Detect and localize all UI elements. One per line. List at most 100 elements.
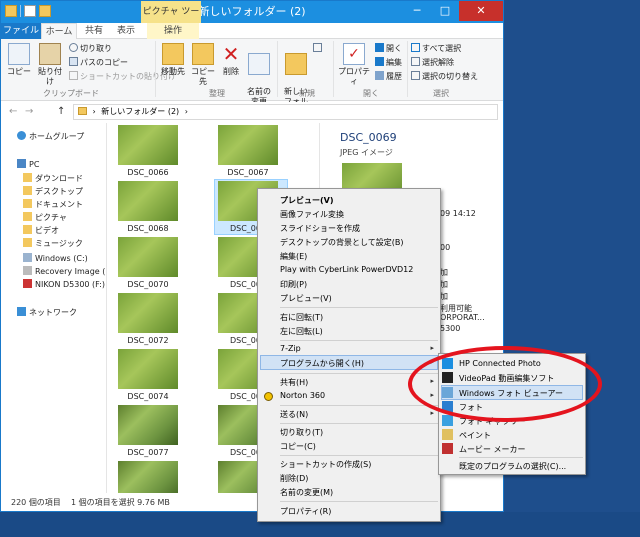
file-thumbnail[interactable] [118,125,178,165]
menu-item-delete[interactable]: 削除(D) [280,473,308,484]
file-name[interactable]: DSC_0067 [208,168,288,177]
tab-file[interactable]: ファイル [1,23,41,39]
drive-icon [23,253,32,262]
address-input[interactable]: › 新しいフォルダー (2) › [73,104,498,120]
invert-selection-button[interactable]: 選択の切り替え [411,71,478,82]
file-thumbnail[interactable] [218,125,278,165]
select-none-icon [411,57,420,66]
file-name[interactable]: DSC_0074 [108,392,188,401]
preview-detail: 加 [440,268,448,277]
menu-item-cut[interactable]: 切り取り(T) [280,427,323,438]
nav-item-documents[interactable]: ドキュメント [23,199,83,210]
copy-button[interactable]: コピー [5,43,33,77]
copy-folder-icon [192,43,214,65]
maximize-button[interactable]: □ [431,1,459,21]
menu-item-convert[interactable]: 画像ファイル変換 [280,209,344,220]
preview-detail: 00 [440,243,451,252]
menu-item-create-shortcut[interactable]: ショートカットの作成(S) [280,459,371,470]
menu-item-slideshow[interactable]: スライドショーを作成 [280,223,360,234]
menu-item-wallpaper[interactable]: デスクトップの背景として設定(B) [280,237,404,248]
tab-view[interactable]: 表示 [111,23,141,39]
properties-check-icon: ✓ [343,43,365,65]
nav-item-desktop[interactable]: デスクトップ [23,186,83,197]
paste-button[interactable]: 貼り付け [35,43,65,87]
file-name[interactable]: DSC_0070 [108,280,188,289]
nav-item-windows-c[interactable]: Windows (C:) [23,253,88,263]
nav-item-nikon[interactable]: NIKON D5300 (F:) [23,279,105,289]
drive-icon [23,266,32,275]
menu-item-share[interactable]: 共有(H) [280,377,308,388]
file-name[interactable]: DSC_0072 [108,336,188,345]
menu-item-preview-default[interactable]: プレビュー(V) [280,195,334,206]
menu-item-powerdvd[interactable]: Play with CyberLink PowerDVD12 [280,265,413,274]
menu-item-rotate-right[interactable]: 右に回転(T) [280,312,323,323]
up-button[interactable]: ↑ [57,106,65,117]
menu-item-rename[interactable]: 名前の変更(M) [280,487,333,498]
select-none-button[interactable]: 選択解除 [411,57,454,68]
history-icon [375,71,384,80]
select-all-button[interactable]: すべて選択 [411,43,461,54]
minimize-button[interactable]: ─ [403,1,431,21]
new-item-dropdown[interactable] [313,43,324,53]
menu-item-open-with[interactable]: プログラムから開く(H) [280,358,364,369]
desktop-icon [23,186,32,195]
nav-item-videos[interactable]: ビデオ [23,225,59,236]
menu-item-preview[interactable]: プレビュー(V) [280,293,332,304]
open-button[interactable]: 開く [375,43,402,54]
file-thumbnail[interactable] [118,349,178,389]
nav-item-label: NIKON D5300 (F:) [35,280,105,289]
move-to-label: 移動先 [161,67,185,76]
rename-button[interactable]: 名前の 変更 [245,43,273,107]
submenu-item-choose-default[interactable]: 既定のプログラムの選択(C)... [459,461,566,472]
move-to-button[interactable]: 移動先 [159,43,187,77]
title-bar[interactable]: 新しいフォルダー (2) ピクチャ ツール ─ □ ✕ [1,1,503,39]
menu-item-norton[interactable]: Norton 360 [280,391,325,400]
nav-pc[interactable]: PC [17,159,39,169]
nav-item-downloads[interactable]: ダウンロード [23,173,83,184]
open-label: 開く [386,44,402,53]
menu-item-7zip[interactable]: 7-Zip [280,344,301,353]
file-name[interactable]: DSC_0066 [108,168,188,177]
tab-home[interactable]: ホーム [41,23,77,39]
file-name[interactable]: DSC_0077 [108,448,188,457]
close-button[interactable]: ✕ [459,1,503,21]
cut-label: 切り取り [80,44,112,53]
menu-item-edit[interactable]: 編集(E) [280,251,307,262]
menu-item-rotate-left[interactable]: 左に回転(L) [280,326,323,337]
history-button[interactable]: 履歴 [375,71,402,82]
properties-button[interactable]: ✓ プロパティ [337,43,371,87]
file-thumbnail[interactable] [118,461,178,493]
nav-network-label: ネットワーク [29,308,77,317]
menu-item-properties[interactable]: プロパティ(R) [280,506,331,517]
tab-share[interactable]: 共有 [79,23,109,39]
submenu-item-paint[interactable]: ペイント [459,430,491,441]
menu-item-send-to[interactable]: 送る(N) [280,409,308,420]
chevron-right-icon: › [92,107,96,116]
copy-to-button[interactable]: コピー先 [189,43,217,87]
edit-button[interactable]: 編集 [375,57,402,68]
nav-item-recovery[interactable]: Recovery Image ( [23,266,105,276]
nav-item-music[interactable]: ミュージック [23,238,83,249]
submenu-item-movie-maker[interactable]: ムービー メーカー [459,444,526,455]
ribbon-tabs: ファイル ホーム 共有 表示 操作 [1,23,503,39]
copy-path-button[interactable]: パスのコピー [69,57,128,68]
menu-item-copy[interactable]: コピー(C) [280,441,316,452]
nav-network[interactable]: ネットワーク [17,307,77,318]
cut-button[interactable]: 切り取り [69,43,112,54]
preview-detail: ORPORAT... [440,313,485,322]
copy-label: コピー [7,67,31,76]
nav-item-pictures[interactable]: ピクチャ [23,212,67,223]
tab-manage[interactable]: 操作 [147,23,199,39]
file-thumbnail[interactable] [118,293,178,333]
file-thumbnail[interactable] [118,237,178,277]
menu-item-print[interactable]: 印刷(P) [280,279,307,290]
back-button[interactable]: ← [9,106,17,117]
forward-button[interactable]: → [25,106,33,117]
divider [280,307,438,308]
file-name[interactable]: DSC_0068 [108,224,188,233]
delete-button[interactable]: ✕ 削除 [219,43,243,77]
nav-item-label: Windows (C:) [35,254,88,263]
nav-homegroup[interactable]: ホームグループ [17,131,84,142]
file-thumbnail[interactable] [118,405,178,445]
file-thumbnail[interactable] [118,181,178,221]
